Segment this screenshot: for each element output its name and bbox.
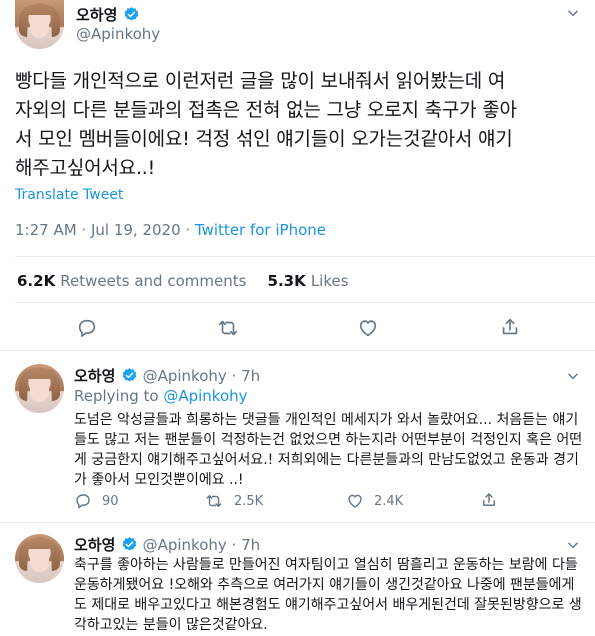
- tweet-stats: 6.2K Retweets and comments 5.3K Likes: [17, 271, 349, 290]
- reply-text-line: 축구를 좋아하는 사람들로 만들어진 여자팀이고 열심히 땀흘리고 운동하는 보…: [74, 557, 578, 573]
- likes-stat[interactable]: 5.3K Likes: [268, 271, 349, 290]
- divider: [0, 350, 595, 351]
- reply-text-line: 운동하게됐어요 !오해와 추측으로 여러가지 얘기들이 생긴것같아요 나중에 팬…: [74, 577, 575, 593]
- tweet-source[interactable]: Twitter for iPhone: [195, 221, 326, 239]
- author-handle[interactable]: @Apinkohy: [76, 25, 160, 43]
- retweet-icon: [204, 492, 224, 510]
- verified-badge-icon: [123, 6, 140, 23]
- divider: [15, 302, 595, 303]
- tweet-text-line: 자외의 다른 분들과의 접촉은 전혀 없는 그냥 오로지 축구가 좋아: [15, 99, 517, 121]
- tweet-text-line: 해주고싶어서요..!: [15, 157, 156, 179]
- reply-action-reply[interactable]: 90: [74, 492, 119, 510]
- reply-text-line: 도 제대로 배우고있다고 해본경험도 얘기해주고싶어서 배우게된건데 잘못된방향…: [74, 597, 582, 613]
- heart-icon: [346, 492, 364, 510]
- heart-icon[interactable]: [357, 317, 379, 339]
- replying-to-label: Replying to: [74, 387, 164, 405]
- tweet-text-line: 서 모인 멤버들이에요! 걱정 섞인 얘기들이 오가는것같아서 얘기: [15, 128, 513, 150]
- reply-header: 오하영 @Apinkohy · 7h: [74, 534, 260, 555]
- divider: [0, 522, 595, 523]
- reply-text: 도넘은 악성글들과 희롱하는 댓글들 개인적인 메세지가 와서 놀랐어요... …: [74, 410, 589, 490]
- tweet-timestamp[interactable]: 1:27 AM · Jul 19, 2020 ·: [15, 221, 195, 239]
- reply-icon[interactable]: [76, 317, 98, 339]
- share-icon[interactable]: [499, 316, 521, 338]
- tweet-text: 빵다들 개인적으로 이런저런 글을 많이 보내줘서 읽어봤는데 여 자외의 다른…: [15, 67, 590, 183]
- author-name-row[interactable]: 오하영: [76, 4, 140, 25]
- replying-to-handle[interactable]: @Apinkohy: [163, 387, 247, 405]
- reply-text-line: 도넘은 악성글들과 희롱하는 댓글들 개인적인 메세지가 와서 놀랐어요... …: [74, 412, 579, 428]
- retweets-stat[interactable]: 6.2K Retweets and comments: [17, 271, 246, 290]
- author-name[interactable]: 오하영: [76, 6, 117, 24]
- retweet-count: 2.5K: [234, 493, 264, 509]
- reply-text-line: 가 좋아서 모인것뿐이에요 ..!: [74, 472, 244, 488]
- reply-icon: [74, 492, 92, 510]
- reply-text-line: 들도 많고 저는 팬분들이 걱정하는건 없었으면 하는지라 어떤부분이 걱정인지…: [74, 432, 583, 448]
- divider: [15, 256, 595, 257]
- reply-text-line: 게 궁금한지 얘기해주고싶어서요.! 저희외에는 다른분들과의 만남도없었고 운…: [74, 452, 579, 468]
- reply-author-handle[interactable]: @Apinkohy · 7h: [143, 367, 261, 385]
- share-icon[interactable]: [480, 491, 498, 509]
- chevron-down-icon[interactable]: [566, 369, 580, 383]
- retweet-icon[interactable]: [216, 317, 240, 339]
- retweets-label: Retweets and comments: [60, 272, 247, 290]
- reply-text-line: 각하고있는 분들이 많은것같아요.: [74, 617, 268, 633]
- reply-avatar[interactable]: [15, 364, 64, 413]
- tweet-text-line: 빵다들 개인적으로 이런저런 글을 많이 보내줘서 읽어봤는데 여: [15, 70, 506, 92]
- reply-action-like[interactable]: 2.4K: [346, 492, 403, 510]
- tweet-timestamp-row: 1:27 AM · Jul 19, 2020 · Twitter for iPh…: [15, 221, 326, 239]
- reply-count: 90: [102, 493, 119, 509]
- verified-badge-icon: [121, 367, 138, 384]
- reply-avatar[interactable]: [15, 534, 64, 583]
- reply-text: 축구를 좋아하는 사람들로 만들어진 여자팀이고 열심히 땀흘리고 운동하는 보…: [74, 555, 589, 635]
- reply-author-name[interactable]: 오하영: [74, 536, 115, 554]
- translate-tweet-link[interactable]: Translate Tweet: [15, 187, 123, 203]
- reply-author-handle[interactable]: @Apinkohy · 7h: [143, 536, 261, 554]
- verified-badge-icon: [121, 536, 138, 553]
- retweets-count: 6.2K: [17, 272, 56, 290]
- reply-author-name[interactable]: 오하영: [74, 367, 115, 385]
- chevron-down-icon[interactable]: [566, 6, 580, 20]
- reply-action-retweet[interactable]: 2.5K: [204, 492, 263, 510]
- likes-label: Likes: [310, 272, 349, 290]
- replying-to: Replying to @Apinkohy: [74, 387, 248, 405]
- likes-count: 5.3K: [267, 272, 306, 290]
- chevron-down-icon[interactable]: [566, 538, 580, 552]
- author-avatar[interactable]: [15, 0, 64, 49]
- reply-header: 오하영 @Apinkohy · 7h: [74, 365, 260, 386]
- like-count: 2.4K: [374, 493, 404, 509]
